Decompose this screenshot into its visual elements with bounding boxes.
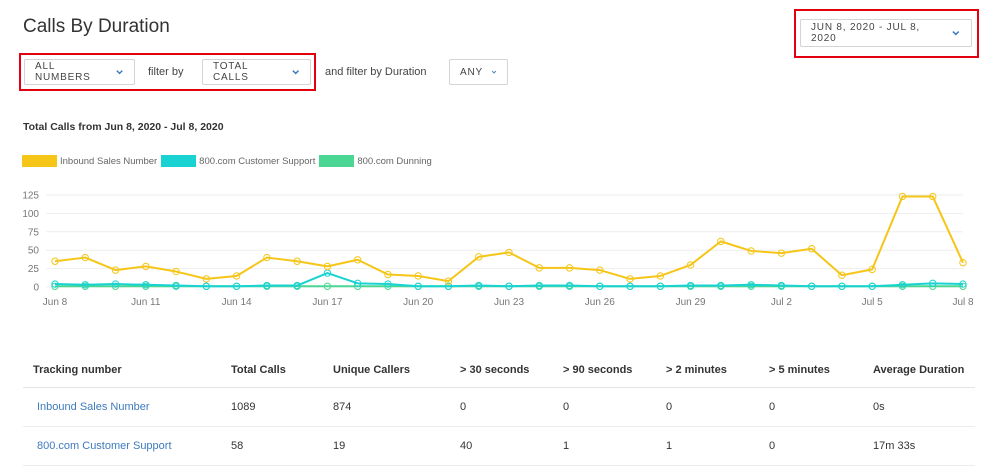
over-2m-cell: 0 [665, 387, 768, 427]
metric-dropdown[interactable]: TOTAL CALLS [202, 59, 311, 85]
y-tick-label: 125 [22, 191, 39, 202]
over-30s-cell: 0 [459, 387, 562, 427]
legend-swatch-support [161, 155, 197, 167]
total-calls-cell: 1089 [230, 387, 332, 427]
metric-dropdown-label: TOTAL CALLS [213, 61, 249, 83]
chevron-down-icon [491, 70, 497, 74]
x-tick-label: Jul 5 [862, 297, 884, 308]
over-5m-cell: 0 [768, 426, 872, 466]
x-tick-label: Jun 29 [676, 297, 706, 308]
y-tick-label: 50 [28, 246, 40, 257]
duration-dropdown-label: ANY [460, 66, 483, 78]
tracking-number-link[interactable]: Inbound Sales Number [37, 401, 150, 413]
y-tick-label: 0 [33, 283, 39, 294]
legend-label-inbound: Inbound Sales Number [60, 155, 158, 167]
y-tick-label: 25 [28, 264, 40, 275]
page-title: Calls By Duration [23, 16, 170, 37]
x-tick-label: Jun 20 [403, 297, 433, 308]
legend-swatch-dunning [319, 155, 355, 167]
average-duration-cell: 0s [872, 387, 975, 427]
col-header-tracking-number: Tracking number [23, 352, 230, 388]
legend-item-dunning[interactable]: 800.com Dunning [319, 155, 432, 167]
table-row: Inbound Sales Number 1089 874 0 0 0 0 0s [23, 387, 975, 427]
unique-callers-cell: 874 [332, 387, 459, 427]
over-90s-cell: 1 [562, 426, 665, 466]
average-duration-cell: 17m 33s [872, 426, 975, 466]
chevron-down-icon [291, 70, 299, 75]
chevron-down-icon [116, 70, 123, 75]
numbers-dropdown-label: ALL NUMBERS [35, 61, 91, 83]
legend-label-dunning: 800.com Dunning [357, 155, 432, 167]
date-range-label: JUN 8, 2020 - JUL 8, 2020 [811, 22, 921, 44]
over-2m-cell: 1 [665, 426, 768, 466]
x-tick-label: Jun 23 [494, 297, 524, 308]
x-tick-label: Jul 8 [952, 297, 974, 308]
date-range-dropdown[interactable]: JUN 8, 2020 - JUL 8, 2020 [800, 19, 972, 47]
y-tick-label: 100 [22, 209, 39, 220]
x-tick-label: Jul 2 [771, 297, 793, 308]
legend-label-support: 800.com Customer Support [199, 155, 316, 167]
duration-filter-text: and filter by Duration [325, 66, 427, 78]
line-chart: 0 25 50 75 100 125 Jun 8 Jun 11 Jun 14 Jun 17 Jun … [22, 191, 974, 309]
filter-by-text: filter by [148, 66, 184, 78]
chart-title: Total Calls from Jun 8, 2020 - Jul 8, 20… [23, 121, 224, 133]
numbers-dropdown[interactable]: ALL NUMBERS [24, 59, 135, 85]
table-header-row: Tracking number Total Calls Unique Calle… [23, 352, 975, 388]
total-calls-cell: 58 [230, 426, 332, 466]
over-90s-cell: 0 [562, 387, 665, 427]
col-header-unique-callers: Unique Callers [332, 352, 459, 388]
x-tick-label: Jun 11 [131, 297, 161, 308]
col-header-over-90s: > 90 seconds [562, 352, 665, 388]
x-tick-label: Jun 8 [43, 297, 68, 308]
legend-item-inbound[interactable]: Inbound Sales Number [22, 155, 157, 167]
tracking-number-link[interactable]: 800.com Customer Support [37, 440, 172, 452]
legend-swatch-inbound [22, 155, 57, 167]
x-tick-label: Jun 26 [585, 297, 615, 308]
x-tick-label: Jun 17 [312, 297, 342, 308]
calls-table: Tracking number Total Calls Unique Calle… [23, 352, 975, 466]
over-30s-cell: 40 [459, 426, 562, 466]
over-5m-cell: 0 [768, 387, 872, 427]
duration-dropdown[interactable]: ANY [449, 59, 508, 85]
table-row: 800.com Customer Support 58 19 40 1 1 0 … [23, 426, 975, 466]
x-tick-label: Jun 14 [222, 297, 252, 308]
unique-callers-cell: 19 [332, 426, 459, 466]
col-header-over-30s: > 30 seconds [459, 352, 562, 388]
col-header-average-duration: Average Duration [872, 352, 975, 388]
chart-legend: Inbound Sales Number 800.com Customer Su… [22, 155, 436, 167]
chevron-down-icon [952, 31, 960, 36]
col-header-over-5m: > 5 minutes [768, 352, 872, 388]
col-header-total-calls: Total Calls [230, 352, 332, 388]
col-header-over-2m: > 2 minutes [665, 352, 768, 388]
legend-item-support[interactable]: 800.com Customer Support [161, 155, 315, 167]
y-tick-label: 75 [28, 227, 40, 238]
